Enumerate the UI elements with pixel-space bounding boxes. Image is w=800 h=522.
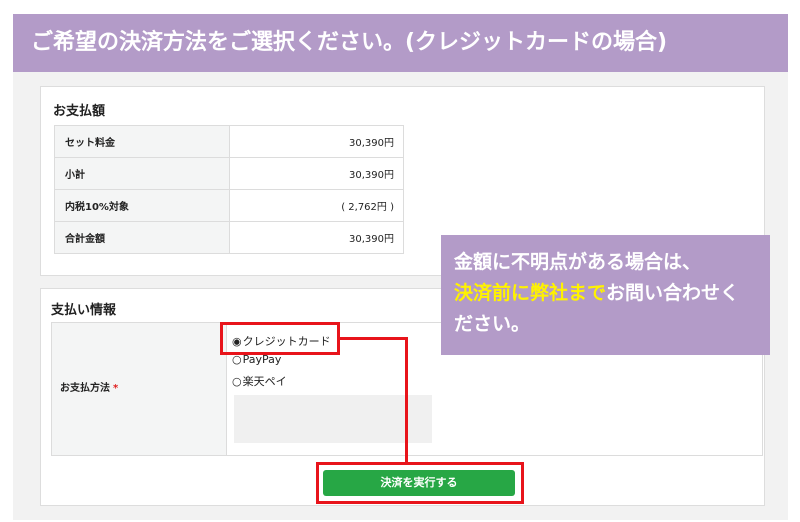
amount-table: セット料金 30,390円 小計 30,390円 内税10%対象 ( 2,762…	[54, 125, 404, 254]
amount-value: ( 2,762円 )	[229, 189, 404, 222]
highlight-connector-vertical	[405, 337, 408, 463]
payment-info-title: 支払い情報	[51, 303, 117, 318]
callout-line: 金額に不明点がある場合は、	[454, 251, 702, 273]
payment-amount-title: お支払額	[53, 104, 106, 119]
amount-value: 30,390円	[229, 221, 404, 254]
table-row: 小計 30,390円	[54, 157, 404, 190]
page-banner-title: ご希望の決済方法をご選択ください。(クレジットカードの場合)	[13, 14, 788, 72]
callout-note: 金額に不明点がある場合は、 決済前に弊社までお問い合わせください。	[441, 235, 770, 355]
amount-value: 30,390円	[229, 125, 404, 158]
payment-method-label-text: お支払方法	[60, 383, 110, 394]
highlight-submit-box	[316, 462, 524, 504]
radio-option-label: 楽天ペイ	[242, 375, 287, 388]
amount-label: 小計	[54, 157, 230, 190]
amount-value: 30,390円	[229, 157, 404, 190]
callout-emphasis: 決済前に弊社まで	[454, 282, 607, 304]
table-row: 合計金額 30,390円	[54, 221, 404, 254]
radio-unselected-icon[interactable]: ○	[232, 375, 242, 388]
table-row: 内税10%対象 ( 2,762円 )	[54, 189, 404, 222]
required-mark: *	[113, 383, 119, 394]
payment-method-label: お支払方法 *	[52, 323, 227, 455]
radio-option-rakuten-pay[interactable]: ○楽天ペイ	[232, 373, 287, 389]
highlight-connector-horizontal	[340, 337, 408, 340]
payment-detail-area	[234, 395, 432, 443]
amount-label: 合計金額	[54, 221, 230, 254]
table-row: セット料金 30,390円	[54, 125, 404, 158]
amount-label: セット料金	[54, 125, 230, 158]
amount-label: 内税10%対象	[54, 189, 230, 222]
highlight-credit-card-box	[220, 322, 340, 355]
